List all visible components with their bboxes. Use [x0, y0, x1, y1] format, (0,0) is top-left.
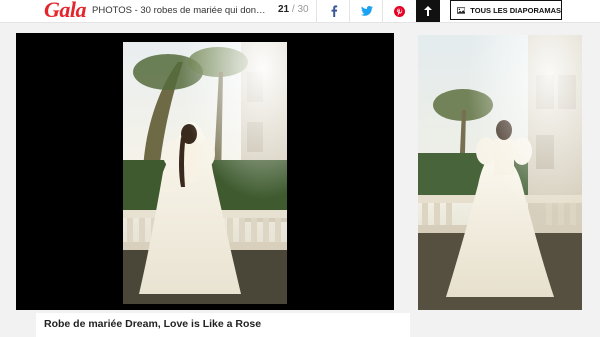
slide-caption: Robe de mariée Dream, Love is Like a Ros…	[36, 313, 410, 337]
slideshow-title: PHOTOS - 30 robes de mariée qui donnent …	[92, 5, 270, 16]
arrow-up-icon	[424, 6, 432, 16]
share-facebook-button[interactable]	[316, 0, 350, 22]
main-slide-photo[interactable]	[123, 42, 287, 304]
share-twitter-button[interactable]	[349, 0, 383, 22]
top-bar: Gala PHOTOS - 30 robes de mariée qui don…	[0, 0, 600, 23]
slide-counter-separator: /	[291, 4, 295, 15]
twitter-icon	[360, 6, 373, 16]
gala-logo[interactable]: Gala	[44, 0, 87, 23]
slide-counter-current: 21	[278, 4, 290, 15]
scroll-up-button[interactable]	[416, 0, 440, 22]
slide-counter: 21 / 30	[278, 4, 309, 15]
share-pinterest-button[interactable]	[382, 0, 417, 22]
slide-caption-text: Robe de mariée Dream, Love is Like a Ros…	[44, 318, 262, 330]
wedding-dress-back-image	[418, 35, 582, 310]
wedding-dress-front-image	[123, 42, 287, 304]
all-slideshows-button[interactable]: TOUS LES DIAPORAMAS	[450, 0, 562, 20]
facebook-icon	[331, 5, 337, 17]
next-slide-photo[interactable]	[418, 35, 582, 310]
all-slideshows-label: TOUS LES DIAPORAMAS	[470, 5, 561, 15]
gallery-icon	[457, 6, 466, 14]
slide-counter-total: 30	[297, 4, 309, 15]
pinterest-icon	[394, 5, 405, 17]
